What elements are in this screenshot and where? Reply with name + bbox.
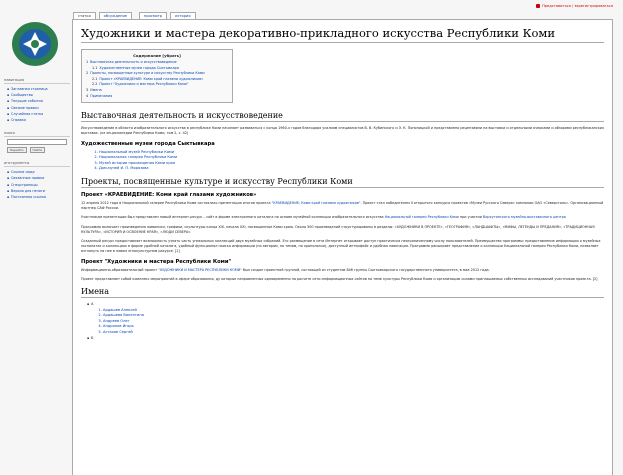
search-portlet: поиск Перейти Найти [4, 131, 70, 154]
section-heading-names: Имена [81, 287, 604, 298]
subsection-heading-museums: Художественные музеи города Сыктывкара [81, 140, 215, 147]
section-heading-projects: Проекты, посвященные культуре и искусств… [81, 177, 604, 188]
kraevidenie-link[interactable]: "КРАЕВИДЕНИЕ: Коми край глазами художник… [272, 201, 361, 205]
page-title: Художники и мастера декоративно-прикладн… [81, 26, 604, 43]
search-input[interactable] [7, 139, 67, 146]
section-text-exhibitions: Искусствоведение в области изобразительн… [81, 126, 604, 136]
kraevidenie-paragraph-1: 12 апреля 2012 года в Национальной галер… [81, 200, 604, 211]
national-gallery-link[interactable]: Национальной галереи Республики Коми [385, 215, 459, 219]
toc-item[interactable]: 4 Примечания [86, 94, 228, 100]
tools-title: инструменты [4, 161, 70, 168]
user-icon [536, 4, 541, 8]
tools-item-permalink[interactable]: Постоянная ссылка [7, 194, 70, 200]
artists-project-link[interactable]: "ХУДОЖНИКИ И МАСТЕРА РЕСПУБЛИКИ КОМИ" [158, 268, 242, 272]
museum-link[interactable]: Дом-музей И. П. Морозова [99, 166, 604, 172]
artists-project-paragraph-2: Проект представляет собой комплекс мероп… [81, 276, 598, 281]
kraevidenie-paragraph-4: Созданный ресурс предоставляет возможнос… [81, 238, 601, 254]
content-area: Художники и мастера декоративно-прикладн… [72, 19, 613, 475]
artists-project-paragraph-1: Информационно-образовательный проект "ХУ… [81, 267, 490, 272]
personal-tools[interactable]: Представиться / зарегистрироваться [536, 4, 613, 8]
section-heading-exhibitions: Выставочная деятельность и искусствоведе… [81, 111, 604, 123]
names-letter-b: Б [81, 336, 604, 342]
vorkuta-museum-link[interactable]: Воркутинского музейно-выставочного центр… [483, 215, 566, 219]
nav-item-help[interactable]: Справка [7, 117, 70, 123]
subsection-heading-kraevidenie: Проект «КРАЕВИДЕНИЕ: Коми край глазами х… [81, 191, 257, 198]
login-link[interactable]: Представиться / зарегистрироваться [542, 4, 613, 8]
kraevidenie-paragraph-3: Программа включает произведения живописи… [81, 224, 595, 234]
museums-list: Национальный музей Республики Коми Нацио… [81, 150, 604, 172]
search-title: поиск [4, 131, 70, 138]
toc-title[interactable]: Содержание [убрать] [86, 53, 228, 58]
tools-portlet: инструменты Ссылки сюда Связанные правки… [4, 161, 70, 200]
site-logo[interactable] [6, 18, 64, 70]
sidebar: навигация Заглавная страница Сообщество … [4, 78, 70, 208]
search-button[interactable]: Найти [29, 147, 46, 154]
logo-center [31, 40, 39, 48]
letter-heading: Б [87, 336, 604, 342]
kraevidenie-paragraph-2: Участникам презентации был представлен н… [81, 215, 566, 220]
go-button[interactable]: Перейти [7, 147, 27, 154]
navigation-title: навигация [4, 78, 70, 84]
table-of-contents: Содержание [убрать] 1 Выставочная деятель… [81, 49, 233, 104]
navigation-portlet: навигация Заглавная страница Сообщество … [4, 78, 70, 123]
names-list: Ардашев Алексей Ардашева Валентина Андре… [81, 308, 604, 336]
subsection-heading-artists-project: Проект "Художники и мастера Республики К… [81, 258, 232, 265]
